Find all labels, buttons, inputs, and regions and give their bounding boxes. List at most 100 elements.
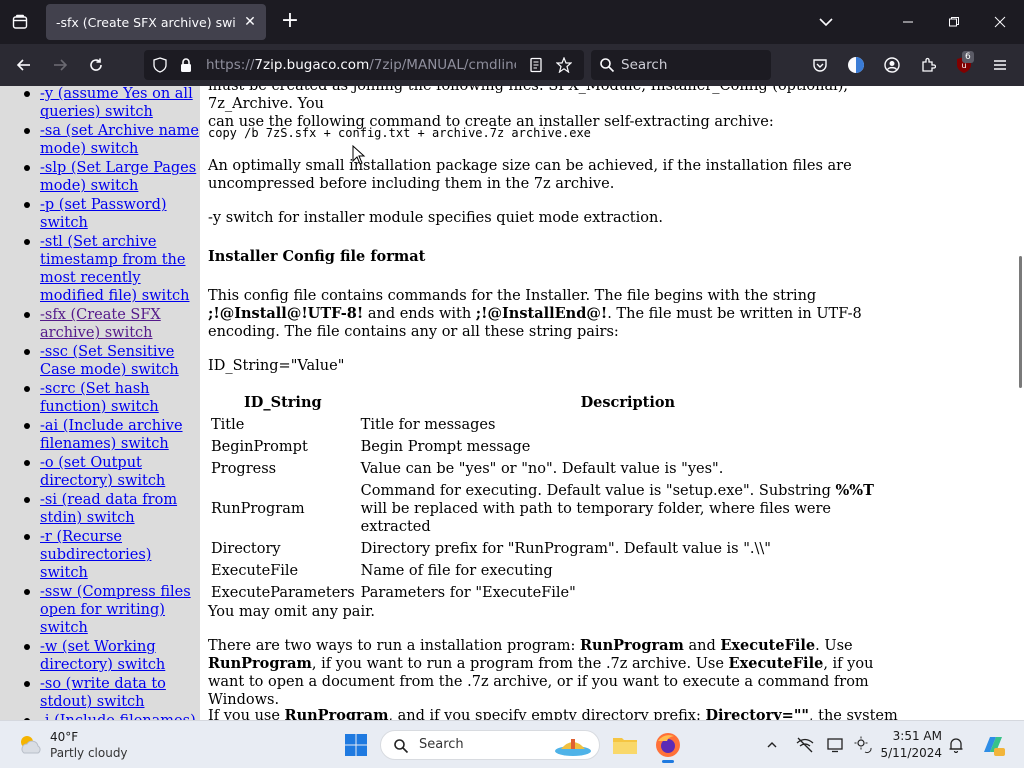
sidebar-item: -i (Include filenames) switch bbox=[22, 712, 200, 720]
sidebar-link[interactable]: -p (set Password) switch bbox=[40, 197, 167, 231]
sidebar-link[interactable]: -ssc (Set Sensitive Case mode) switch bbox=[40, 344, 179, 378]
bullet-icon bbox=[24, 497, 30, 503]
sidebar-link[interactable]: -sfx (Create SFX archive) switch bbox=[40, 307, 161, 341]
back-arrow-icon[interactable] bbox=[12, 53, 36, 77]
taskbar-search-label: Search bbox=[419, 737, 464, 752]
column-header-id: ID_String bbox=[244, 394, 322, 411]
windows-taskbar: 40°F Partly cloudy Search 3:51 AM 5/11/2… bbox=[0, 720, 1024, 768]
bullet-icon bbox=[24, 239, 30, 245]
sidebar-nav: -y (assume Yes on all queries) switch -sa… bbox=[0, 86, 200, 720]
sidebar-link[interactable]: -so (write data to stdout) switch bbox=[40, 676, 166, 710]
sidebar-item: -stl (Set archive timestamp from the mos… bbox=[22, 233, 200, 305]
sidebar-link[interactable]: -stl (Set archive timestamp from the mos… bbox=[40, 234, 189, 304]
search-bar[interactable]: Search bbox=[591, 50, 771, 80]
pocket-icon[interactable] bbox=[808, 53, 832, 77]
cell-id: BeginPrompt bbox=[211, 439, 308, 455]
mouse-pointer-icon bbox=[352, 145, 366, 165]
tab-list-icon[interactable] bbox=[8, 10, 32, 34]
bookmark-star-icon[interactable] bbox=[555, 56, 573, 74]
cell-id: Directory bbox=[211, 541, 281, 557]
lock-icon[interactable] bbox=[178, 57, 194, 73]
sidebar-link[interactable]: -r (Recurse subdirectories) switch bbox=[40, 529, 151, 581]
new-tab-icon[interactable]: + bbox=[278, 10, 302, 34]
bullet-icon bbox=[24, 386, 30, 392]
url-text[interactable]: https://7zip.bugaco.com/7zip/MANUAL/cmdl… bbox=[206, 57, 516, 73]
url-scheme: https:// bbox=[206, 57, 255, 73]
tab-close-icon[interactable]: ✕ bbox=[242, 14, 258, 30]
shield-icon[interactable] bbox=[152, 57, 168, 73]
config-table: ID_String Description Title Title for mes… bbox=[208, 392, 898, 604]
config-desc-text-1: This config file contains commands for t… bbox=[208, 288, 817, 304]
para-bold: ExecuteFile bbox=[720, 637, 816, 654]
table-row: ExecuteFile Name of file for executing bbox=[208, 560, 898, 582]
brightness-sync-icon[interactable] bbox=[853, 735, 873, 755]
bullet-icon bbox=[24, 460, 30, 466]
bullet-icon bbox=[24, 589, 30, 595]
weather-widget[interactable]: 40°F Partly cloudy bbox=[16, 729, 156, 763]
sidebar-item: -o (set Output directory) switch bbox=[22, 454, 200, 490]
bullet-icon bbox=[24, 349, 30, 355]
active-tab[interactable]: -sfx (Create SFX archive) switch ✕ bbox=[46, 4, 266, 40]
sidebar-item: -r (Recurse subdirectories) switch bbox=[22, 528, 200, 582]
cell-id: ExecuteParameters bbox=[211, 585, 355, 601]
chevron-down-icon[interactable] bbox=[816, 12, 836, 32]
chevron-up-icon[interactable] bbox=[762, 735, 782, 755]
extensions-puzzle-icon[interactable] bbox=[916, 53, 940, 77]
hamburger-menu-icon[interactable] bbox=[988, 53, 1012, 77]
sidebar-item: -sa (set Archive name mode) switch bbox=[22, 122, 200, 158]
windows-start-icon[interactable] bbox=[344, 733, 368, 757]
table-row: Directory Directory prefix for "RunProgra… bbox=[208, 538, 898, 560]
config-description: This config file contains commands for t… bbox=[208, 287, 898, 341]
sidebar-link[interactable]: -si (read data from stdin) switch bbox=[40, 492, 177, 526]
para-text: There are two ways to run a installation… bbox=[208, 638, 580, 654]
notification-bell-icon[interactable] bbox=[946, 735, 966, 755]
bullet-icon bbox=[24, 312, 30, 318]
search-placeholder: Search bbox=[621, 57, 668, 73]
account-icon[interactable] bbox=[880, 53, 904, 77]
config-desc-text-2: and ends with bbox=[363, 306, 476, 322]
copilot-icon[interactable] bbox=[980, 732, 1008, 760]
url-path: /7zip/MANUAL/cmdline/sw bbox=[369, 57, 516, 73]
sidebar-link[interactable]: -o (set Output directory) switch bbox=[40, 455, 165, 489]
sidebar-item: -ai (Include archive filenames) switch bbox=[22, 417, 200, 453]
forward-arrow-icon[interactable] bbox=[48, 53, 72, 77]
firefox-icon[interactable] bbox=[654, 731, 682, 763]
sidebar-link[interactable]: -ai (Include archive filenames) switch bbox=[40, 418, 183, 452]
table-row: ExecuteParameters Parameters for "Execute… bbox=[208, 582, 898, 604]
sidebar-item: -ssw (Compress files open for writing) s… bbox=[22, 583, 200, 637]
taskbar-search[interactable]: Search bbox=[380, 730, 600, 760]
sidebar-link[interactable]: -w (set Working directory) switch bbox=[40, 639, 165, 673]
sidebar-item: -so (write data to stdout) switch bbox=[22, 675, 200, 711]
sidebar-item: -ssc (Set Sensitive Case mode) switch bbox=[22, 343, 200, 379]
network-off-icon[interactable] bbox=[795, 735, 815, 755]
column-header-description: Description bbox=[580, 394, 676, 411]
clock-time: 3:51 AM bbox=[892, 729, 942, 743]
sidebar-link[interactable]: -sa (set Archive name mode) switch bbox=[40, 123, 199, 157]
cell-description: Directory prefix for "RunProgram". Defau… bbox=[360, 541, 771, 557]
display-icon[interactable] bbox=[826, 735, 846, 755]
address-bar[interactable]: https://7zip.bugaco.com/7zip/MANUAL/cmdl… bbox=[144, 50, 584, 80]
reader-view-icon[interactable] bbox=[528, 57, 544, 73]
restore-icon[interactable] bbox=[934, 8, 974, 36]
web-page: -y (assume Yes on all queries) switch -sa… bbox=[0, 86, 1024, 720]
sidebar-link[interactable]: -y (assume Yes on all queries) switch bbox=[40, 86, 193, 120]
taskbar-clock[interactable]: 3:51 AM 5/11/2024 bbox=[872, 728, 942, 762]
sidebar-link[interactable]: -slp (Set Large Pages mode) switch bbox=[40, 160, 196, 194]
sidebar-list: -y (assume Yes on all queries) switch -sa… bbox=[22, 86, 200, 720]
reload-icon[interactable] bbox=[84, 53, 108, 77]
sidebar-link[interactable]: -i (Include filenames) switch bbox=[40, 713, 196, 720]
vpn-extension-icon[interactable] bbox=[844, 53, 868, 77]
bullet-icon bbox=[24, 128, 30, 134]
sidebar-item: -slp (Set Large Pages mode) switch bbox=[22, 159, 200, 195]
table-row: Title Title for messages bbox=[208, 414, 898, 436]
minimize-icon[interactable] bbox=[888, 8, 928, 36]
sidebar-link[interactable]: -ssw (Compress files open for writing) s… bbox=[40, 584, 191, 636]
close-window-icon[interactable] bbox=[980, 8, 1020, 36]
sidebar-link[interactable]: -scrc (Set hash function) switch bbox=[40, 381, 159, 415]
run-program-paragraph: If you use RunProgram, and if you specif… bbox=[208, 707, 898, 720]
para-bold: ExecuteFile bbox=[728, 655, 824, 672]
table-row: RunProgram Command for executing. Default… bbox=[208, 480, 898, 538]
file-explorer-icon[interactable] bbox=[611, 731, 639, 759]
search-icon bbox=[394, 739, 409, 754]
page-scrollbar-thumb[interactable] bbox=[1019, 256, 1022, 388]
